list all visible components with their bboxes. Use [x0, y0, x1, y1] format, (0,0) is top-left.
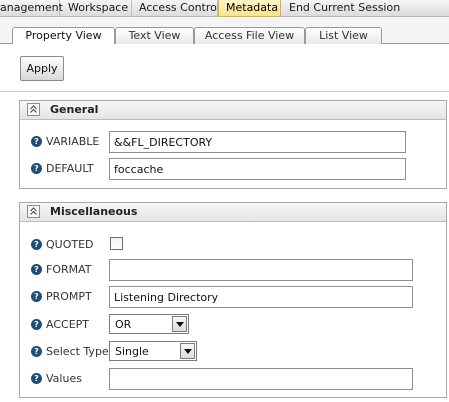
menu-item-workspace[interactable]: Workspace — [68, 0, 132, 17]
format-row: ? FORMAT — [20, 259, 448, 281]
select-type-label: Select Type — [46, 345, 109, 358]
variable-input[interactable] — [109, 131, 406, 153]
help-icon[interactable]: ? — [31, 239, 42, 250]
view-tab-bar: Property View Text View Access File View… — [0, 17, 449, 45]
collapse-general-icon[interactable] — [27, 103, 40, 116]
general-panel: General ? VARIABLE ? DEFAULT — [19, 100, 447, 189]
general-panel-title: General — [50, 103, 99, 116]
tab-property-view[interactable]: Property View — [12, 27, 115, 45]
property-view-content: Apply General ? VARIABLE ? DEFAULT — [0, 44, 449, 402]
help-icon[interactable]: ? — [31, 264, 42, 275]
select-type-select-value: Single — [115, 345, 149, 358]
default-input[interactable] — [109, 158, 406, 180]
tab-text-view[interactable]: Text View — [115, 27, 194, 44]
default-row: ? DEFAULT — [20, 158, 448, 180]
default-label: DEFAULT — [46, 162, 94, 175]
menu-item-access-control[interactable]: Access Control — [139, 0, 220, 17]
miscellaneous-panel-title: Miscellaneous — [50, 205, 138, 218]
help-icon[interactable]: ? — [31, 373, 42, 384]
format-input[interactable] — [109, 259, 413, 281]
prompt-input[interactable] — [109, 286, 413, 308]
format-label: FORMAT — [46, 263, 92, 276]
accept-select[interactable]: OR — [109, 314, 189, 334]
miscellaneous-panel: Miscellaneous ? QUOTED ? FORMAT ? PROMPT… — [19, 202, 447, 398]
accept-label: ACCEPT — [46, 318, 89, 331]
toolbar-divider — [0, 91, 449, 92]
quoted-checkbox[interactable] — [110, 237, 123, 250]
values-label: Values — [46, 372, 82, 385]
values-row: ? Values — [20, 368, 448, 390]
help-icon[interactable]: ? — [31, 291, 42, 302]
select-type-select[interactable]: Single — [109, 341, 197, 361]
variable-row: ? VARIABLE — [20, 131, 448, 153]
collapse-miscellaneous-icon[interactable] — [27, 205, 40, 218]
menu-item-management[interactable]: anagement — [0, 0, 63, 17]
apply-button[interactable]: Apply — [20, 56, 64, 81]
accept-row: ? ACCEPT OR — [20, 314, 448, 336]
select-type-row: ? Select Type Single — [20, 341, 448, 363]
tab-access-file-view[interactable]: Access File View — [194, 27, 305, 44]
help-icon[interactable]: ? — [31, 163, 42, 174]
top-menu-bar: anagement Workspace Access Control Metad… — [0, 0, 449, 17]
general-panel-header: General — [20, 101, 446, 120]
tab-list-view[interactable]: List View — [305, 27, 382, 44]
menu-item-metadata[interactable]: Metadata — [218, 0, 281, 17]
variable-label: VARIABLE — [46, 135, 100, 148]
values-input[interactable] — [109, 368, 413, 390]
prompt-label: PROMPT — [46, 290, 92, 303]
accept-select-value: OR — [115, 318, 132, 331]
prompt-row: ? PROMPT — [20, 286, 448, 308]
help-icon[interactable]: ? — [31, 319, 42, 330]
menu-item-end-current-session[interactable]: End Current Session — [289, 0, 400, 17]
miscellaneous-panel-header: Miscellaneous — [20, 203, 446, 222]
help-icon[interactable]: ? — [31, 346, 42, 357]
chevron-down-icon[interactable] — [172, 316, 187, 332]
quoted-row: ? QUOTED — [20, 234, 448, 256]
help-icon[interactable]: ? — [31, 136, 42, 147]
quoted-label: QUOTED — [46, 238, 94, 251]
chevron-down-icon[interactable] — [180, 343, 195, 359]
